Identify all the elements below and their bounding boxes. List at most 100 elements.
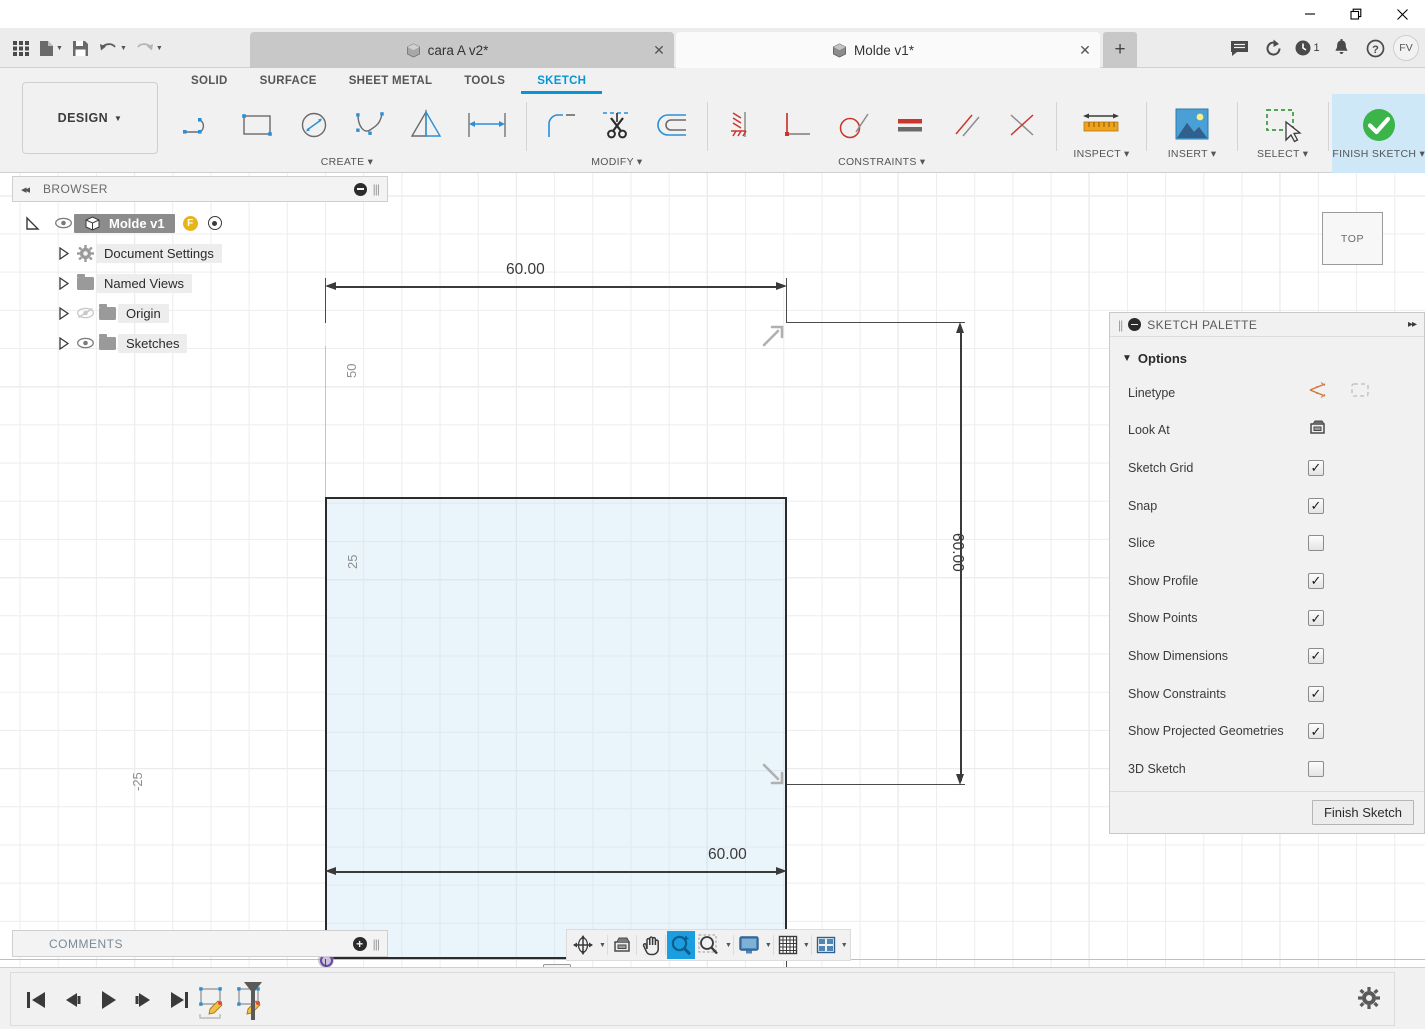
select-button[interactable]: SELECT ▾ — [1242, 94, 1324, 173]
fillet-icon[interactable] — [533, 100, 589, 150]
zoom-in-icon[interactable] — [667, 931, 695, 959]
pan-hand-icon[interactable] — [638, 931, 664, 959]
tree-item-sketches[interactable]: Sketches — [12, 328, 388, 358]
tangent-icon[interactable] — [826, 100, 882, 150]
dimension-line-top[interactable] — [330, 286, 782, 288]
equal-icon[interactable] — [882, 100, 938, 150]
tab-close-button[interactable]: ✕ — [1070, 42, 1100, 59]
avatar[interactable]: FV — [1393, 35, 1419, 61]
show-profile-checkbox[interactable]: ✓ — [1308, 573, 1324, 589]
chevron-down-icon[interactable]: ▼ — [841, 942, 848, 949]
comments-grip-icon[interactable]: ||| — [373, 937, 379, 951]
zoom-window-icon[interactable] — [695, 931, 723, 959]
close-button[interactable] — [1379, 0, 1425, 28]
tree-item-named-views[interactable]: Named Views — [12, 268, 388, 298]
sketch-dimension-icon[interactable] — [454, 100, 520, 150]
line-icon[interactable] — [174, 100, 230, 150]
viewcube[interactable]: TOP — [1322, 212, 1383, 265]
resize-handle-bottom-right[interactable] — [760, 761, 786, 792]
expand-arrow-icon[interactable] — [12, 277, 74, 290]
tree-root-label-box[interactable]: Molde v1 — [74, 214, 175, 233]
design-workspace-dropdown[interactable]: DESIGN ▼ — [22, 82, 158, 154]
trim-scissors-icon[interactable] — [589, 100, 645, 150]
offset-icon[interactable] — [645, 100, 701, 150]
refresh-icon[interactable] — [1257, 32, 1289, 64]
show-constraints-checkbox[interactable]: ✓ — [1308, 686, 1324, 702]
browser-minimize-icon[interactable] — [354, 183, 367, 196]
expand-arrow-icon[interactable] — [12, 337, 74, 350]
save-icon[interactable] — [68, 32, 94, 64]
job-status-icon[interactable]: 1 — [1291, 32, 1323, 64]
new-tab-button[interactable]: + — [1103, 32, 1137, 68]
tab-close-button[interactable]: ✕ — [644, 42, 674, 59]
go-to-end-icon[interactable] — [169, 990, 191, 1010]
slice-checkbox[interactable] — [1308, 535, 1324, 551]
bell-icon[interactable] — [1325, 32, 1357, 64]
tab-surface[interactable]: SURFACE — [244, 68, 333, 94]
snap-checkbox[interactable]: ✓ — [1308, 498, 1324, 514]
show-points-checkbox[interactable]: ✓ — [1308, 610, 1324, 626]
sketch-canvas[interactable]: 60.00 60.00 60.00 50 25 -25 ◂◂ BROWSER |… — [0, 173, 1425, 1029]
tab-sheet-metal[interactable]: SHEET METAL — [333, 68, 449, 94]
dimension-top-width[interactable]: 60.00 — [506, 261, 545, 279]
insert-button[interactable]: INSERT ▾ — [1151, 94, 1233, 173]
timeline-settings-gear-icon[interactable] — [1358, 987, 1380, 1014]
viewports-icon[interactable] — [813, 931, 839, 959]
palette-grip-icon[interactable]: || — [1118, 318, 1122, 332]
normal-linetype-icon[interactable] — [1308, 381, 1328, 404]
go-to-beginning-icon[interactable] — [25, 990, 47, 1010]
timeline-marker-icon[interactable] — [242, 981, 264, 1026]
rectangle-icon[interactable] — [230, 100, 286, 150]
panel-modify-title[interactable]: MODIFY ▾ — [531, 156, 703, 173]
palette-section-options[interactable]: ▼ Options — [1110, 347, 1424, 374]
activate-target-icon[interactable] — [208, 216, 222, 230]
tree-item-origin[interactable]: Origin — [12, 298, 388, 328]
resize-handle-top-right[interactable] — [760, 323, 786, 354]
collapse-icon[interactable]: ◂◂ — [21, 183, 28, 196]
document-tab-molde[interactable]: Molde v1* ✕ — [676, 32, 1100, 68]
show-dimensions-checkbox[interactable]: ✓ — [1308, 648, 1324, 664]
spline-icon[interactable] — [342, 100, 398, 150]
dimension-bottom-width[interactable]: 60.00 — [708, 846, 747, 864]
comment-icon[interactable] — [1223, 32, 1255, 64]
mirror-icon[interactable] — [398, 100, 454, 150]
sketch-grid-checkbox[interactable]: ✓ — [1308, 460, 1324, 476]
timeline-track[interactable] — [10, 972, 1395, 1026]
palette-minimize-icon[interactable] — [1128, 318, 1141, 331]
help-icon[interactable]: ? — [1359, 32, 1391, 64]
tab-sketch[interactable]: SKETCH — [521, 68, 602, 94]
tab-tools[interactable]: TOOLS — [448, 68, 521, 94]
sketch-profile-rectangle[interactable] — [325, 497, 787, 959]
app-grid-icon[interactable] — [8, 32, 34, 64]
chevron-down-icon[interactable]: ▼ — [725, 942, 732, 949]
play-icon[interactable] — [97, 989, 119, 1011]
tree-item-document-settings[interactable]: Document Settings — [12, 238, 388, 268]
circle-icon[interactable] — [286, 100, 342, 150]
browser-grip-icon[interactable]: ||| — [373, 182, 379, 196]
chevron-down-icon[interactable]: ▼ — [599, 942, 606, 949]
redo-icon[interactable]: ▼ — [132, 32, 166, 64]
expand-arrow-icon[interactable] — [12, 247, 74, 260]
finish-sketch-button[interactable]: FINISH SKETCH ▾ — [1332, 94, 1425, 173]
eye-icon[interactable] — [52, 217, 74, 229]
expand-arrow-icon[interactable] — [12, 307, 74, 320]
eye-icon[interactable] — [74, 337, 96, 349]
inspect-button[interactable]: INSPECT ▾ — [1061, 94, 1143, 173]
tree-item-molde[interactable]: Molde v1 F — [12, 208, 388, 238]
perpendicular-icon[interactable] — [770, 100, 826, 150]
chevron-down-icon[interactable]: ▼ — [765, 942, 772, 949]
display-settings-icon[interactable] — [735, 931, 763, 959]
look-at-icon[interactable] — [1308, 419, 1327, 441]
minimize-button[interactable] — [1287, 0, 1333, 28]
step-back-icon[interactable] — [61, 990, 83, 1010]
chevron-down-icon[interactable]: ▼ — [803, 942, 810, 949]
sketch-feature-icon[interactable] — [196, 985, 230, 1026]
dimension-line-bottom[interactable] — [330, 871, 782, 873]
panel-constraints-title[interactable]: CONSTRAINTS ▾ — [712, 156, 1052, 173]
new-document-icon[interactable]: ▼ — [36, 32, 66, 64]
construction-linetype-icon[interactable] — [1350, 381, 1370, 404]
undo-icon[interactable]: ▼ — [96, 32, 130, 64]
parallel-icon[interactable] — [938, 100, 994, 150]
fix-constraint-icon[interactable] — [714, 100, 770, 150]
3d-sketch-checkbox[interactable] — [1308, 761, 1324, 777]
